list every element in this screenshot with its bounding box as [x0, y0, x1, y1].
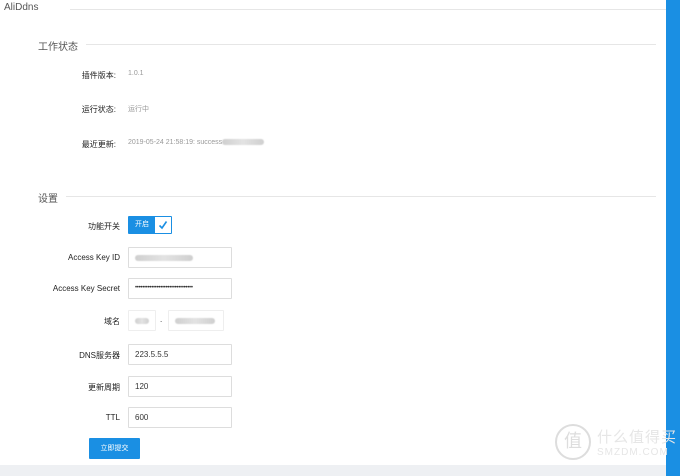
submit-button[interactable]: 立即提交: [89, 438, 140, 459]
toggle-on-text: 开启: [129, 217, 155, 233]
access-key-id-label: Access Key ID: [67, 253, 120, 262]
page-title: AliDdns: [4, 2, 47, 13]
watermark-logo-icon: 值: [555, 424, 591, 460]
domain-main-input[interactable]: [168, 310, 224, 331]
run-status-label: 运行状态:: [81, 105, 116, 114]
last-update-text: 2019-05-24 21:58:19: success: [128, 139, 223, 146]
watermark: 值 什么值得买 SMZDM.COM: [555, 424, 677, 460]
redacted-subdomain: [135, 317, 149, 324]
plugin-version-label: 插件版本:: [81, 71, 116, 80]
status-section-title: 工作状态: [38, 38, 86, 53]
access-key-secret-input[interactable]: ••••••••••••••••••••••••••••••••: [128, 278, 232, 299]
ttl-label: TTL: [105, 413, 120, 422]
redacted-domain: [175, 317, 215, 324]
last-update-value: 2019-05-24 21:58:19: success: [128, 139, 265, 146]
bottom-edge-bar: [0, 465, 666, 476]
ttl-input[interactable]: 600: [128, 407, 232, 428]
run-status-value: 运行中: [128, 106, 149, 113]
title-divider: [70, 9, 666, 10]
watermark-en: SMZDM.COM: [597, 447, 669, 458]
plugin-version-value: 1.0.1: [128, 70, 144, 77]
settings-section-title: 设置: [38, 190, 66, 205]
update-period-input[interactable]: 120: [128, 376, 232, 397]
dns-server-label: DNS服务器: [79, 351, 120, 360]
domain-separator: .: [160, 315, 163, 324]
domain-prefix-input[interactable]: [128, 310, 156, 331]
access-key-secret-label: Access Key Secret: [52, 284, 120, 293]
toggle-label: 功能开关: [88, 222, 120, 231]
redacted-key-id: [135, 254, 193, 261]
domain-label: 域名: [104, 317, 120, 326]
update-period-label: 更新周期: [88, 383, 120, 392]
right-edge-bar: [666, 0, 680, 476]
redacted-ip: [222, 139, 265, 146]
settings-divider: [66, 196, 656, 197]
watermark-cn: 什么值得买: [597, 429, 678, 446]
enable-toggle[interactable]: 开启: [128, 216, 172, 234]
checkmark-icon: [155, 217, 171, 233]
status-divider: [86, 44, 656, 45]
dns-server-input[interactable]: 223.5.5.5: [128, 344, 232, 365]
last-update-label: 最近更新:: [81, 140, 116, 149]
access-key-id-input[interactable]: [128, 247, 232, 268]
